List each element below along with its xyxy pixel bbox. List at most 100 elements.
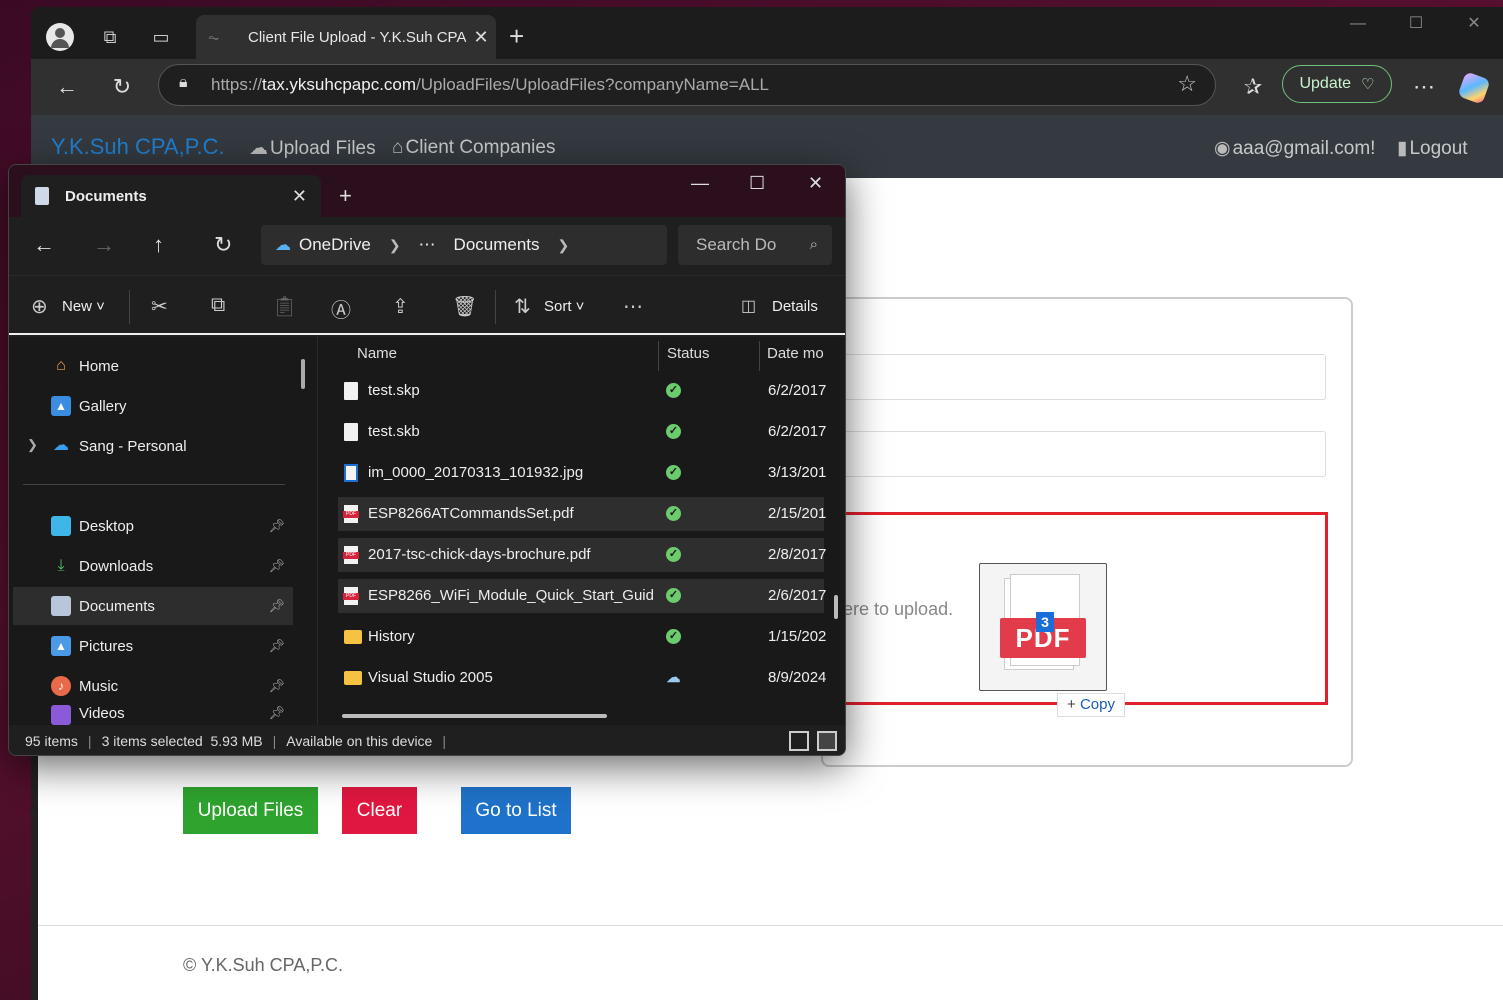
tiles-view-icon[interactable] (817, 731, 837, 751)
nav-logout-label: Logout (1409, 138, 1468, 159)
address-bar[interactable]: 🔒︎ https://tax.yksuhcpapc.com/UploadFile… (158, 64, 1216, 106)
minimize-icon[interactable]: — (1329, 7, 1387, 47)
file-row[interactable]: ESP8266_WiFi_Module_Quick_Start_Guide...… (338, 579, 826, 613)
explorer-new-tab-button[interactable]: + (339, 183, 352, 209)
new-plus-icon[interactable]: ⊕ (31, 294, 48, 319)
back-icon[interactable]: ← (51, 71, 83, 103)
update-button[interactable]: Update ♡ (1282, 65, 1392, 103)
paste-icon[interactable]: 📋︎ (272, 294, 297, 319)
rename-icon[interactable]: Ⓐ (331, 294, 351, 323)
maximize-icon[interactable]: ☐ (1387, 7, 1445, 47)
status-separator: | (442, 733, 446, 749)
breadcrumb-documents[interactable]: Documents (454, 235, 540, 255)
workspaces-icon[interactable]: ⧉ (95, 22, 125, 52)
more-options-icon[interactable]: ⋯ (623, 294, 643, 319)
pin-icon[interactable]: 📌︎ (268, 678, 285, 694)
column-header-name[interactable]: Name (357, 337, 397, 371)
folder-icon (344, 630, 362, 644)
pin-icon[interactable]: 📌︎ (268, 705, 285, 721)
column-separator[interactable] (759, 341, 760, 371)
synced-check-icon: ✓ (666, 424, 681, 439)
nav-logout[interactable]: ▮ Logout (1397, 137, 1468, 160)
details-view-icon[interactable] (789, 731, 809, 751)
favorite-star-icon[interactable]: ☆ (1177, 71, 1197, 97)
sort-button[interactable]: Sort ˅ (544, 298, 584, 315)
explorer-maximize-icon[interactable]: ☐ (749, 173, 765, 194)
footer-divider (38, 925, 1503, 926)
search-input[interactable]: Search Do ⌕ (678, 225, 832, 265)
form-field-1[interactable] (821, 354, 1326, 400)
close-window-icon[interactable]: ✕ (1445, 7, 1503, 47)
breadcrumb[interactable]: ☁ OneDrive ❯ ⋯ Documents ❯ (261, 225, 667, 265)
back-icon[interactable]: ← (33, 232, 55, 258)
up-icon[interactable]: ↑ (153, 232, 164, 258)
nav-client-companies[interactable]: ⌂ Client Companies (392, 137, 555, 159)
refresh-icon[interactable]: ↻ (214, 232, 232, 258)
sort-icon[interactable]: ⇅ (514, 294, 531, 319)
sidebar-item-pictures[interactable]: ▲ Pictures 📌︎ (13, 627, 293, 665)
file-row[interactable]: History ✓ 1/15/202 (338, 620, 826, 654)
explorer-tab-title: Documents (65, 187, 147, 205)
close-tab-icon[interactable]: ✕ (292, 186, 307, 207)
explorer-close-icon[interactable]: ✕ (808, 173, 823, 194)
pin-icon[interactable]: 📌︎ (268, 638, 285, 654)
file-row[interactable]: Visual Studio 2005 ☁ 8/9/2024 (338, 661, 826, 695)
upload-files-button[interactable]: Upload Files (183, 787, 318, 834)
nav-upload-files[interactable]: ☁ Upload Files (249, 137, 376, 160)
refresh-icon[interactable]: ↻ (106, 71, 138, 103)
file-row[interactable]: ESP8266ATCommandsSet.pdf ✓ 2/15/201 (338, 497, 826, 531)
site-brand[interactable]: Y.K.Suh CPA,P.C. (51, 134, 225, 160)
go-to-list-button[interactable]: Go to List (461, 787, 571, 834)
cut-icon[interactable]: ✂ (151, 294, 168, 319)
details-pane-icon[interactable]: ◫ (741, 296, 756, 316)
clear-button[interactable]: Clear (342, 787, 417, 834)
vertical-scrollbar[interactable] (834, 595, 838, 619)
sidebar-item-downloads[interactable]: ⤓ Downloads 📌︎ (13, 547, 293, 585)
browser-tab-active[interactable]: ⏦ Client File Upload - Y.K.Suh CPA,P ✕ (196, 15, 496, 59)
copilot-icon[interactable] (1457, 71, 1491, 105)
more-menu-icon[interactable]: ⋯ (1408, 71, 1440, 103)
music-icon: ♪ (51, 676, 71, 696)
breadcrumb-onedrive[interactable]: OneDrive (299, 235, 371, 255)
home-icon: ⌂ (56, 357, 66, 374)
file-row[interactable]: test.skp ✓ 6/2/2017 (338, 374, 826, 408)
favorites-icon[interactable]: ✰ (1237, 71, 1269, 103)
new-button[interactable]: New ˅ (62, 298, 105, 315)
sidebar-item-onedrive-personal[interactable]: ☁ Sang - Personal (13, 427, 293, 465)
details-button[interactable]: Details (772, 298, 818, 315)
file-row[interactable]: 2017-tsc-chick-days-brochure.pdf ✓ 2/8/201… (338, 538, 826, 572)
file-row[interactable]: im_0000_20170313_101932.jpg ✓ 3/13/201 (338, 456, 826, 490)
breadcrumb-overflow[interactable]: ⋯ (419, 235, 436, 255)
file-name: test.skb (368, 423, 420, 440)
sidebar-item-videos[interactable]: Videos 📌︎ (13, 705, 293, 725)
profile-button[interactable] (45, 22, 75, 52)
nav-user[interactable]: ◉ aaa@gmail.com! (1214, 137, 1375, 160)
pin-icon[interactable]: 📌︎ (268, 518, 285, 534)
sidebar-item-gallery[interactable]: ▲ Gallery (13, 387, 293, 425)
file-row[interactable]: test.skb ✓ 6/2/2017 (338, 415, 826, 449)
column-separator[interactable] (658, 341, 659, 371)
forward-icon[interactable]: → (93, 232, 115, 258)
sidebar-item-music[interactable]: ♪ Music 📌︎ (13, 667, 293, 705)
copy-icon[interactable]: ⧉ (211, 294, 225, 317)
column-header-status[interactable]: Status (667, 337, 710, 371)
explorer-minimize-icon[interactable]: — (691, 173, 709, 194)
sidebar-item-label: Gallery (79, 397, 127, 415)
explorer-tab-documents[interactable]: Documents ✕ (21, 175, 321, 217)
share-icon[interactable]: ⇪ (392, 294, 409, 319)
horizontal-scrollbar[interactable] (342, 714, 607, 718)
form-field-2[interactable] (821, 431, 1326, 477)
pin-icon[interactable]: 📌︎ (268, 558, 285, 574)
sidebar-item-documents[interactable]: Documents 📌︎ (13, 587, 293, 625)
synced-check-icon: ✓ (666, 383, 681, 398)
column-header-date-modified[interactable]: Date mo (767, 337, 824, 371)
pin-icon[interactable]: 📌︎ (268, 598, 285, 614)
sidebar-item-desktop[interactable]: Desktop 📌︎ (13, 507, 293, 545)
delete-icon[interactable]: 🗑︎ (452, 294, 477, 319)
sidebar-scrollbar[interactable] (301, 359, 305, 389)
new-tab-button[interactable]: + (509, 21, 524, 52)
vertical-tabs-icon[interactable]: ▭ (146, 22, 176, 52)
close-tab-icon[interactable]: ✕ (466, 27, 496, 48)
sidebar-divider (23, 484, 285, 485)
sidebar-item-home[interactable]: ⌂ Home (13, 347, 293, 385)
